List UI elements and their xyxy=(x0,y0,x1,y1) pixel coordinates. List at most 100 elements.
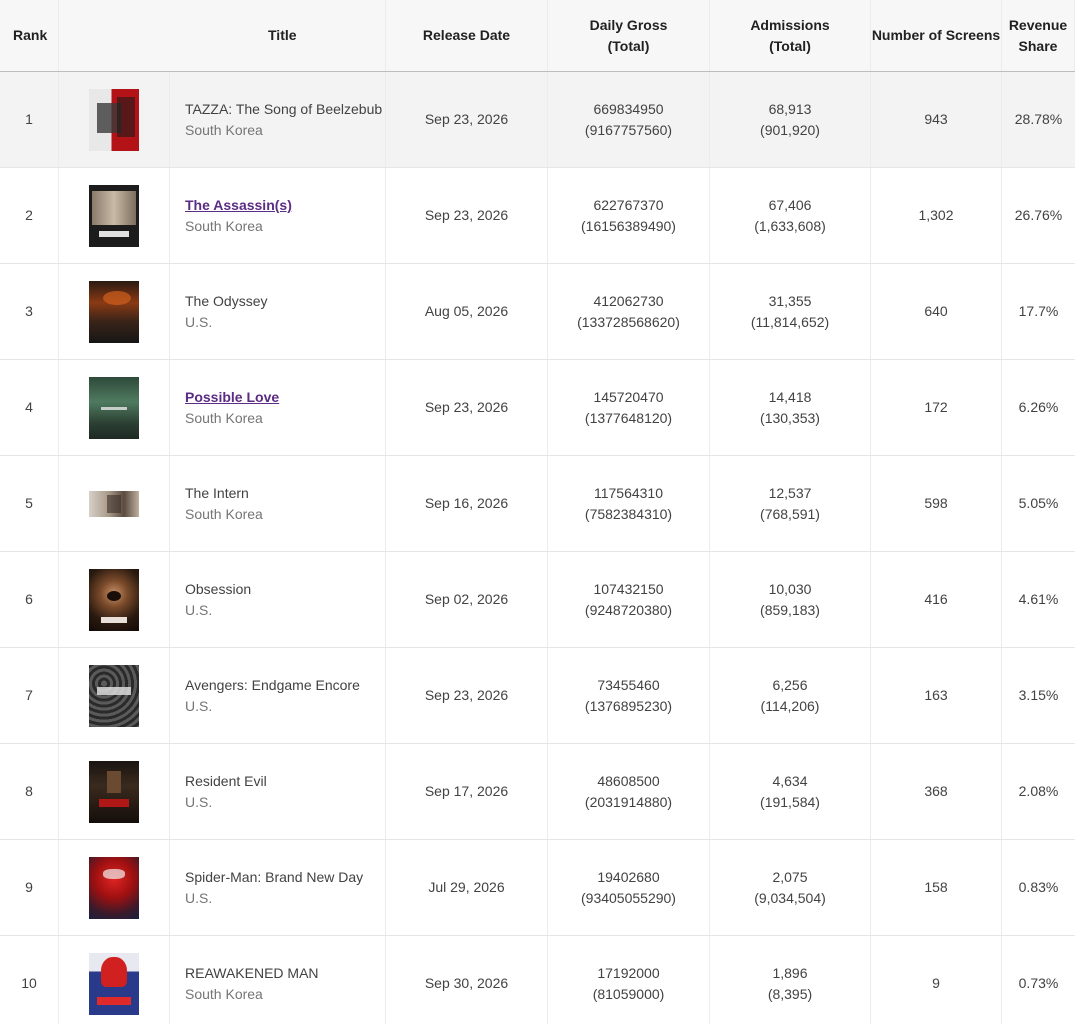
screens-cell: 1,302 xyxy=(871,168,1002,263)
screens-cell: 598 xyxy=(871,456,1002,551)
title-cell: The Assassin(s) South Korea xyxy=(170,168,386,263)
table-row[interactable]: 1 TAZZA: The Song of Beelzebub South Kor… xyxy=(0,72,1075,168)
screens-cell: 416 xyxy=(871,552,1002,647)
admissions-cell: 12,537 (768,591) xyxy=(710,456,871,551)
share-cell: 6.26% xyxy=(1018,399,1059,415)
movie-title[interactable]: The Odyssey xyxy=(185,291,267,312)
rank-cell: 8 xyxy=(0,744,59,839)
release-date-cell: Sep 16, 2026 xyxy=(386,456,548,551)
share-cell: 3.15% xyxy=(1018,687,1059,703)
poster-cell xyxy=(59,840,170,935)
movie-title[interactable]: Obsession xyxy=(185,579,251,600)
poster-thumbnail[interactable] xyxy=(89,856,139,919)
poster-thumbnail[interactable] xyxy=(89,184,139,247)
title-cell: REAWAKENED MAN South Korea xyxy=(170,936,386,1024)
table-row[interactable]: 7 Avengers: Endgame Encore U.S. Sep 23, … xyxy=(0,648,1075,744)
movie-country: South Korea xyxy=(185,985,263,1002)
daily-gross-cell: 412062730 (133728568620) xyxy=(548,264,710,359)
table-row[interactable]: 4 Possible Love South Korea Sep 23, 2026… xyxy=(0,360,1075,456)
poster-cell xyxy=(59,648,170,743)
title-cell: Obsession U.S. xyxy=(170,552,386,647)
movie-country: U.S. xyxy=(185,793,213,810)
poster-cell xyxy=(59,936,170,1024)
movie-country: U.S. xyxy=(185,601,213,618)
poster-thumbnail[interactable] xyxy=(89,88,139,151)
movie-title[interactable]: Resident Evil xyxy=(185,771,267,792)
movie-country: U.S. xyxy=(185,313,213,330)
poster-cell xyxy=(59,744,170,839)
release-date-cell: Sep 23, 2026 xyxy=(386,360,548,455)
movie-country: U.S. xyxy=(185,697,213,714)
header-title[interactable]: Title xyxy=(59,0,386,71)
release-date-cell: Jul 29, 2026 xyxy=(386,840,548,935)
header-release-date[interactable]: Release Date xyxy=(386,0,548,71)
table-row[interactable]: 3 The Odyssey U.S. Aug 05, 2026 41206273… xyxy=(0,264,1075,360)
share-cell: 26.76% xyxy=(1014,207,1063,223)
share-cell: 2.08% xyxy=(1018,783,1059,799)
rank-cell: 9 xyxy=(0,840,59,935)
admissions-cell: 2,075 (9,034,504) xyxy=(710,840,871,935)
share-cell: 17.7% xyxy=(1018,303,1059,319)
admissions-cell: 10,030 (859,183) xyxy=(710,552,871,647)
movie-title[interactable]: Avengers: Endgame Encore xyxy=(185,675,360,696)
movie-country: U.S. xyxy=(185,889,213,906)
daily-gross-cell: 19402680 (93405055290) xyxy=(548,840,710,935)
header-daily-gross[interactable]: Daily Gross (Total) xyxy=(548,0,710,71)
table-row[interactable]: 8 Resident Evil U.S. Sep 17, 2026 486085… xyxy=(0,744,1075,840)
daily-gross-cell: 17192000 (81059000) xyxy=(548,936,710,1024)
poster-thumbnail[interactable] xyxy=(89,568,139,631)
header-rank[interactable]: Rank xyxy=(0,0,59,71)
movie-title[interactable]: The Intern xyxy=(185,483,263,504)
poster-thumbnail[interactable] xyxy=(89,490,139,517)
title-cell: TAZZA: The Song of Beelzebub South Korea xyxy=(170,72,386,167)
title-cell: Spider-Man: Brand New Day U.S. xyxy=(170,840,386,935)
share-cell: 5.05% xyxy=(1018,495,1059,511)
poster-thumbnail[interactable] xyxy=(89,760,139,823)
movie-title-link[interactable]: Possible Love xyxy=(185,387,279,408)
movie-title[interactable]: TAZZA: The Song of Beelzebub xyxy=(185,99,382,120)
poster-thumbnail[interactable] xyxy=(89,280,139,343)
movie-title-link[interactable]: The Assassin(s) xyxy=(185,195,292,216)
release-date-cell: Aug 05, 2026 xyxy=(386,264,548,359)
movie-country: South Korea xyxy=(185,217,263,234)
daily-gross-cell: 145720470 (1377648120) xyxy=(548,360,710,455)
rank-cell: 6 xyxy=(0,552,59,647)
screens-cell: 163 xyxy=(871,648,1002,743)
table-row[interactable]: 5 The Intern South Korea Sep 16, 2026 11… xyxy=(0,456,1075,552)
title-cell: The Intern South Korea xyxy=(170,456,386,551)
title-cell: The Odyssey U.S. xyxy=(170,264,386,359)
release-date-cell: Sep 02, 2026 xyxy=(386,552,548,647)
admissions-cell: 68,913 (901,920) xyxy=(710,72,871,167)
table-row[interactable]: 10 REAWAKENED MAN South Korea Sep 30, 20… xyxy=(0,936,1075,1024)
poster-cell xyxy=(59,72,170,167)
rank-cell: 5 xyxy=(0,456,59,551)
box-office-table: Rank Title Release Date Daily Gross (Tota… xyxy=(0,0,1075,1024)
poster-thumbnail[interactable] xyxy=(89,952,139,1015)
poster-cell xyxy=(59,360,170,455)
daily-gross-cell: 107432150 (9248720380) xyxy=(548,552,710,647)
rank-cell: 1 xyxy=(0,72,59,167)
header-admissions[interactable]: Admissions (Total) xyxy=(710,0,871,71)
movie-country: South Korea xyxy=(185,121,263,138)
poster-cell xyxy=(59,456,170,551)
screens-cell: 158 xyxy=(871,840,1002,935)
release-date-cell: Sep 23, 2026 xyxy=(386,648,548,743)
movie-title[interactable]: REAWAKENED MAN xyxy=(185,963,319,984)
movie-title[interactable]: Spider-Man: Brand New Day xyxy=(185,867,363,888)
screens-cell: 943 xyxy=(871,72,1002,167)
table-row[interactable]: 9 Spider-Man: Brand New Day U.S. Jul 29,… xyxy=(0,840,1075,936)
daily-gross-cell: 117564310 (7582384310) xyxy=(548,456,710,551)
table-row[interactable]: 6 Obsession U.S. Sep 02, 2026 107432150(… xyxy=(0,552,1075,648)
movie-country: South Korea xyxy=(185,409,263,426)
admissions-cell: 14,418 (130,353) xyxy=(710,360,871,455)
daily-gross-cell: 48608500 (2031914880) xyxy=(548,744,710,839)
poster-cell xyxy=(59,168,170,263)
admissions-cell: 31,355 (11,814,652) xyxy=(710,264,871,359)
header-screens[interactable]: Number of Screens xyxy=(871,0,1002,71)
poster-thumbnail[interactable] xyxy=(89,376,139,439)
share-cell: 0.83% xyxy=(1018,879,1059,895)
poster-thumbnail[interactable] xyxy=(89,664,139,727)
table-row[interactable]: 2 The Assassin(s) South Korea Sep 23, 20… xyxy=(0,168,1075,264)
header-revenue-share[interactable]: Revenue Share xyxy=(1002,0,1075,71)
daily-gross-cell: 622767370 (16156389490) xyxy=(548,168,710,263)
